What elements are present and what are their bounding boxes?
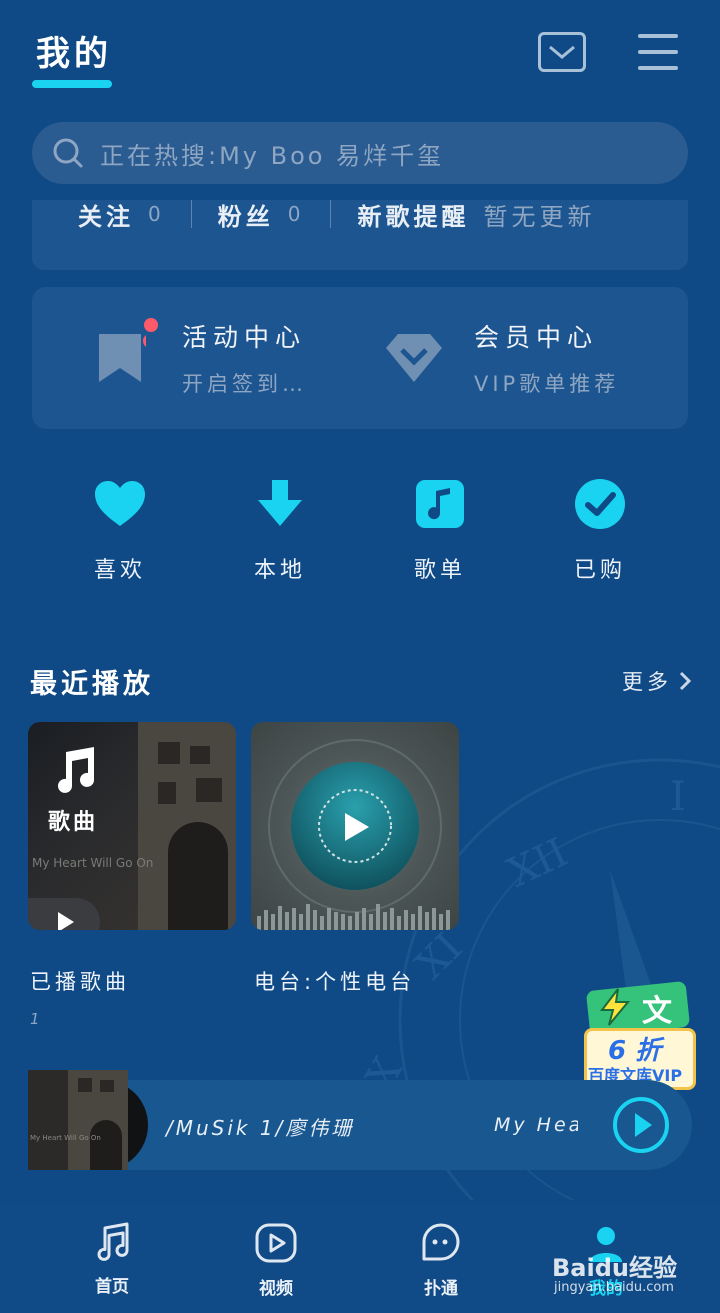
page-title: 我的 (36, 34, 112, 74)
fans-label[interactable]: 粉丝 (218, 197, 274, 232)
more-label: 更多 (622, 670, 672, 694)
favorites-button[interactable]: 喜欢 (65, 476, 175, 584)
local-music-button[interactable]: 本地 (225, 476, 335, 584)
user-stats-row: 关注 0 粉丝 0 新歌提醒 暂无更新 (78, 196, 595, 232)
nav-home-label: 首页 (95, 1277, 129, 1297)
follow-label[interactable]: 关注 (78, 197, 134, 232)
play-circle-icon[interactable] (612, 1096, 670, 1154)
ad-top-glyph: 文 (642, 994, 672, 1029)
search-placeholder: 正在热搜:My Boo 易烊千玺 (100, 141, 445, 170)
new-song-alert-label[interactable]: 新歌提醒 (357, 197, 469, 232)
nav-video-label: 视频 (259, 1279, 293, 1299)
more-link[interactable]: 更多 (622, 666, 692, 696)
svg-text:XI: XI (407, 924, 471, 988)
play-icon (58, 912, 74, 930)
diamond-icon (386, 334, 442, 382)
playlist-button[interactable]: 歌单 (385, 476, 495, 584)
chat-face-icon (422, 1223, 460, 1261)
radio-caption: 电台:个性电台 (254, 970, 416, 994)
played-songs-count: 1 (30, 1010, 40, 1028)
purchased-label: 已购 (573, 558, 626, 583)
playlist-label: 歌单 (413, 558, 466, 583)
notification-dot (144, 318, 158, 332)
heart-icon (92, 476, 148, 532)
favorites-label: 喜欢 (93, 558, 146, 583)
fans-count[interactable]: 0 (288, 202, 305, 226)
new-song-alert-status: 暂无更新 (483, 202, 596, 231)
baidu-watermark: Baidu经验 jingyan.baidu.com (552, 1248, 712, 1300)
play-button[interactable] (28, 898, 100, 930)
lightning-icon (599, 988, 631, 1026)
watermark-brand: Baidu经验 (552, 1254, 677, 1282)
music-note-icon (58, 747, 94, 793)
nav-home[interactable]: 首页 (62, 1222, 162, 1297)
played-songs-card[interactable]: 歌曲 My Heart Will Go On (28, 722, 236, 930)
vip-center-title: 会员中心 (474, 323, 599, 352)
card-overlay-text: My Heart Will Go On (32, 856, 154, 870)
chevron-right-icon (679, 671, 692, 691)
activity-center-title: 活动中心 (182, 323, 307, 352)
nav-video[interactable]: 视频 (226, 1222, 326, 1299)
mail-icon[interactable] (538, 32, 586, 72)
nav-putong[interactable]: 扑通 (391, 1222, 491, 1299)
menu-icon[interactable] (638, 34, 678, 70)
divider (190, 200, 192, 228)
svg-text:I: I (670, 774, 686, 820)
music-note-icon (97, 1222, 129, 1261)
nav-putong-label: 扑通 (424, 1279, 458, 1299)
player-cover[interactable]: My Heart Will Go On (28, 1070, 128, 1170)
music-note-icon (412, 476, 468, 532)
search-bar[interactable]: 正在热搜:My Boo 易烊千玺 (32, 122, 688, 184)
radio-card[interactable] (251, 722, 459, 930)
play-icon[interactable] (339, 810, 373, 844)
search-icon (53, 138, 83, 168)
download-icon (252, 476, 308, 532)
bookmark-icon (99, 334, 146, 382)
play-square-icon (255, 1223, 297, 1263)
wenku-vip-ad[interactable]: 文 6 折 百度文库VIP (584, 980, 696, 1092)
local-music-label: 本地 (253, 558, 306, 583)
played-songs-caption: 已播歌曲 (30, 970, 130, 994)
follow-count[interactable]: 0 (148, 202, 165, 226)
player-song-title: My Heart (494, 1114, 578, 1136)
vip-center-entry[interactable]: 会员中心 VIP歌单推荐 (384, 318, 664, 408)
recent-plays-title: 最近播放 (30, 669, 154, 700)
player-cover-text: My Heart Will Go On (30, 1134, 101, 1142)
activity-center-subtitle: 开启签到… (182, 372, 307, 396)
player-artist-info: /MuSik 1/廖伟珊 (166, 1116, 355, 1140)
check-circle-icon (572, 476, 628, 532)
purchased-button[interactable]: 已购 (545, 476, 655, 584)
watermark-url: jingyan.baidu.com (554, 1280, 674, 1295)
tab-underline (32, 80, 112, 88)
divider (330, 200, 332, 228)
card-badge: 歌曲 (48, 810, 99, 835)
activity-center-entry[interactable]: 活动中心 开启签到… (96, 318, 336, 408)
vip-center-subtitle: VIP歌单推荐 (474, 372, 620, 396)
